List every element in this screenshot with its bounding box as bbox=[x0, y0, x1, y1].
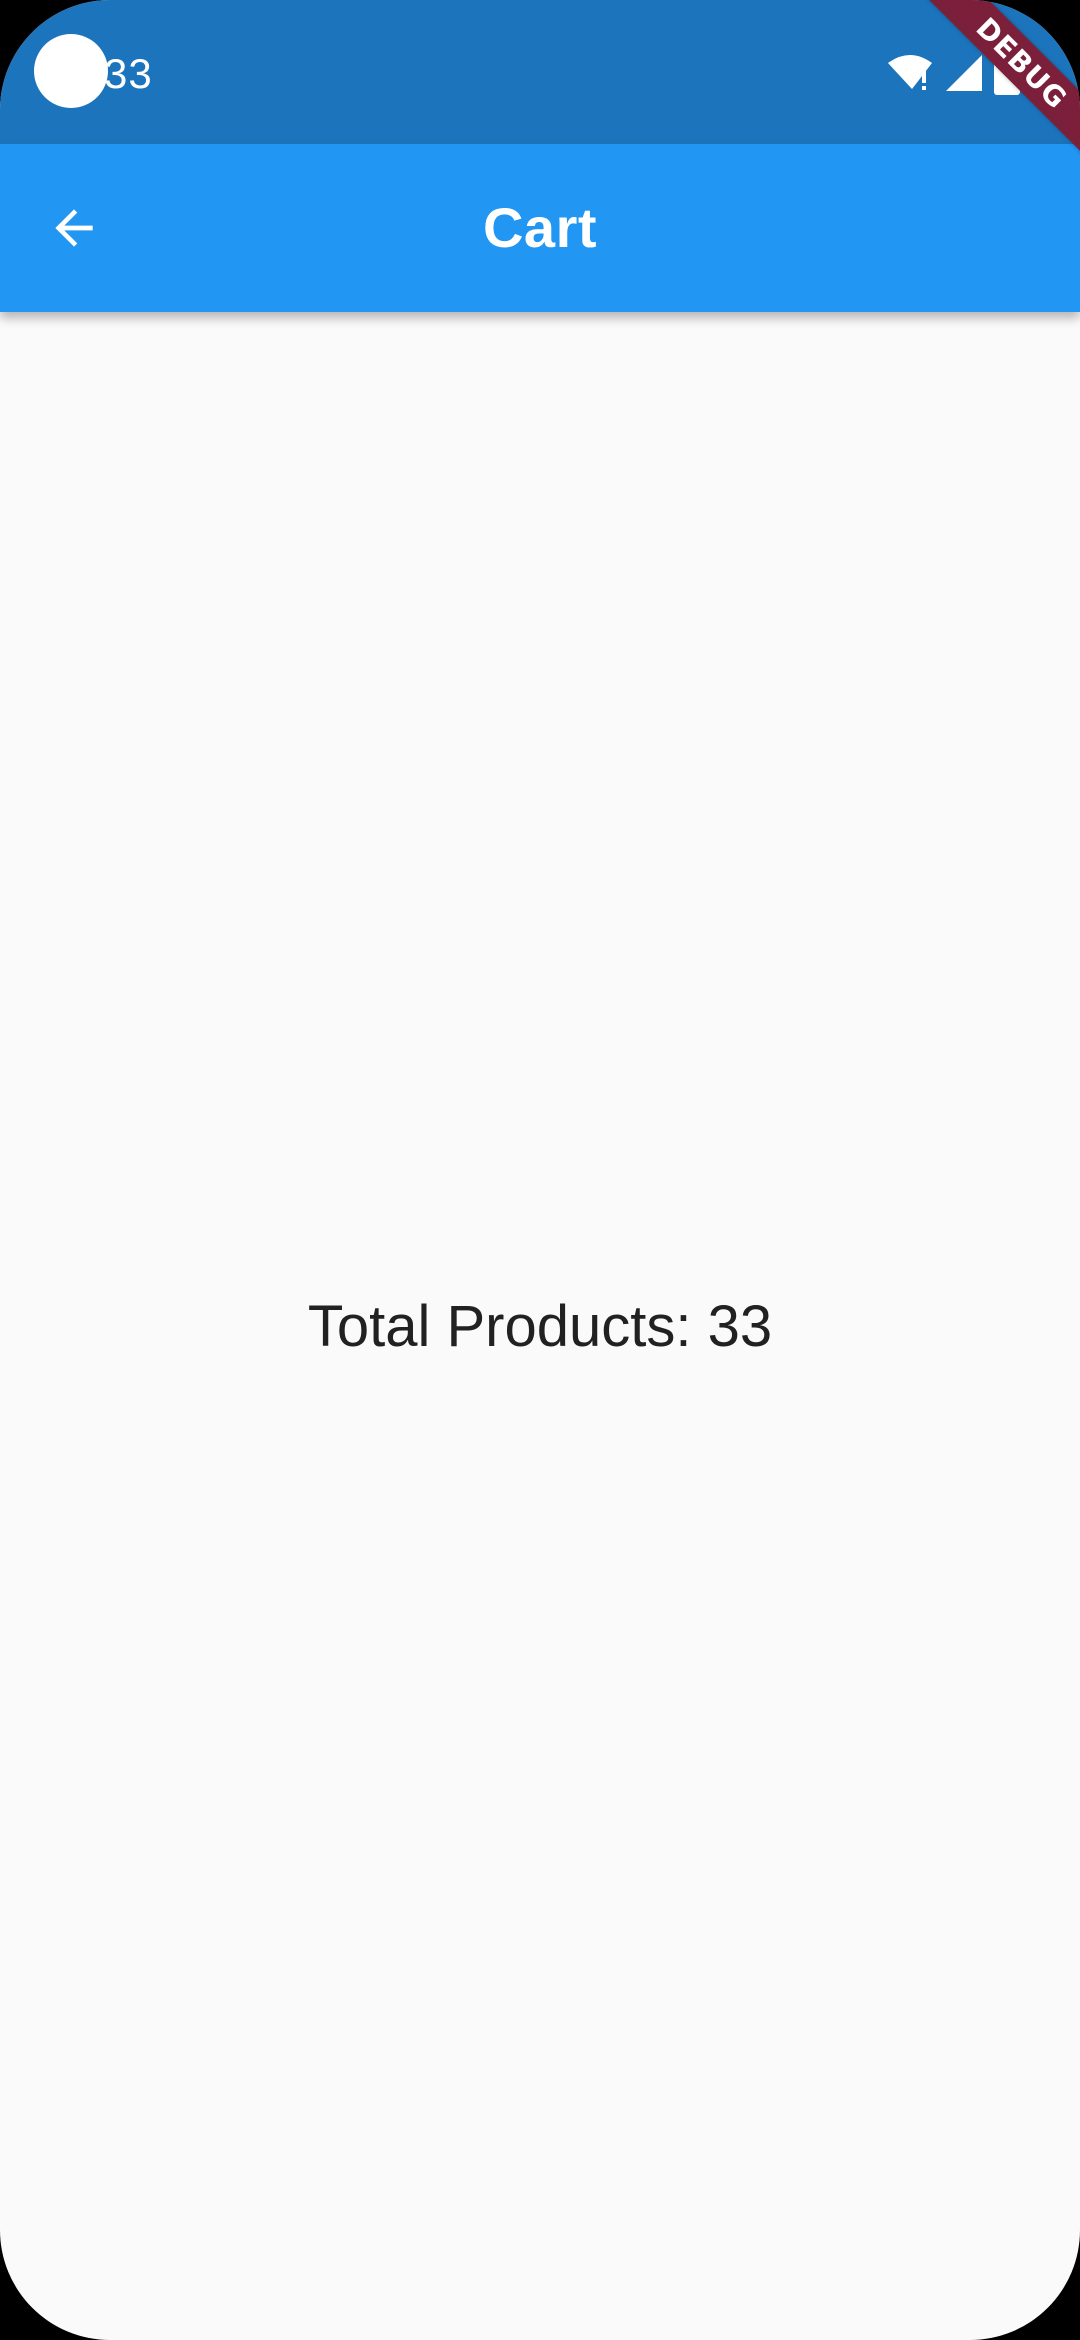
status-time: 33 bbox=[104, 50, 153, 97]
wifi-alert-icon bbox=[886, 53, 934, 93]
phone-screen: 33 Cart Total Products: 33 DEBUG bbox=[0, 0, 1080, 2340]
page-title: Cart bbox=[482, 196, 598, 259]
signal-icon bbox=[944, 53, 984, 93]
cart-body: Total Products: 33 bbox=[0, 312, 1080, 2340]
status-bar: 33 bbox=[0, 0, 1080, 144]
camera-cutout bbox=[34, 34, 108, 108]
app-bar: Cart bbox=[0, 144, 1080, 312]
total-products-label: Total Products: 33 bbox=[307, 1293, 773, 1359]
